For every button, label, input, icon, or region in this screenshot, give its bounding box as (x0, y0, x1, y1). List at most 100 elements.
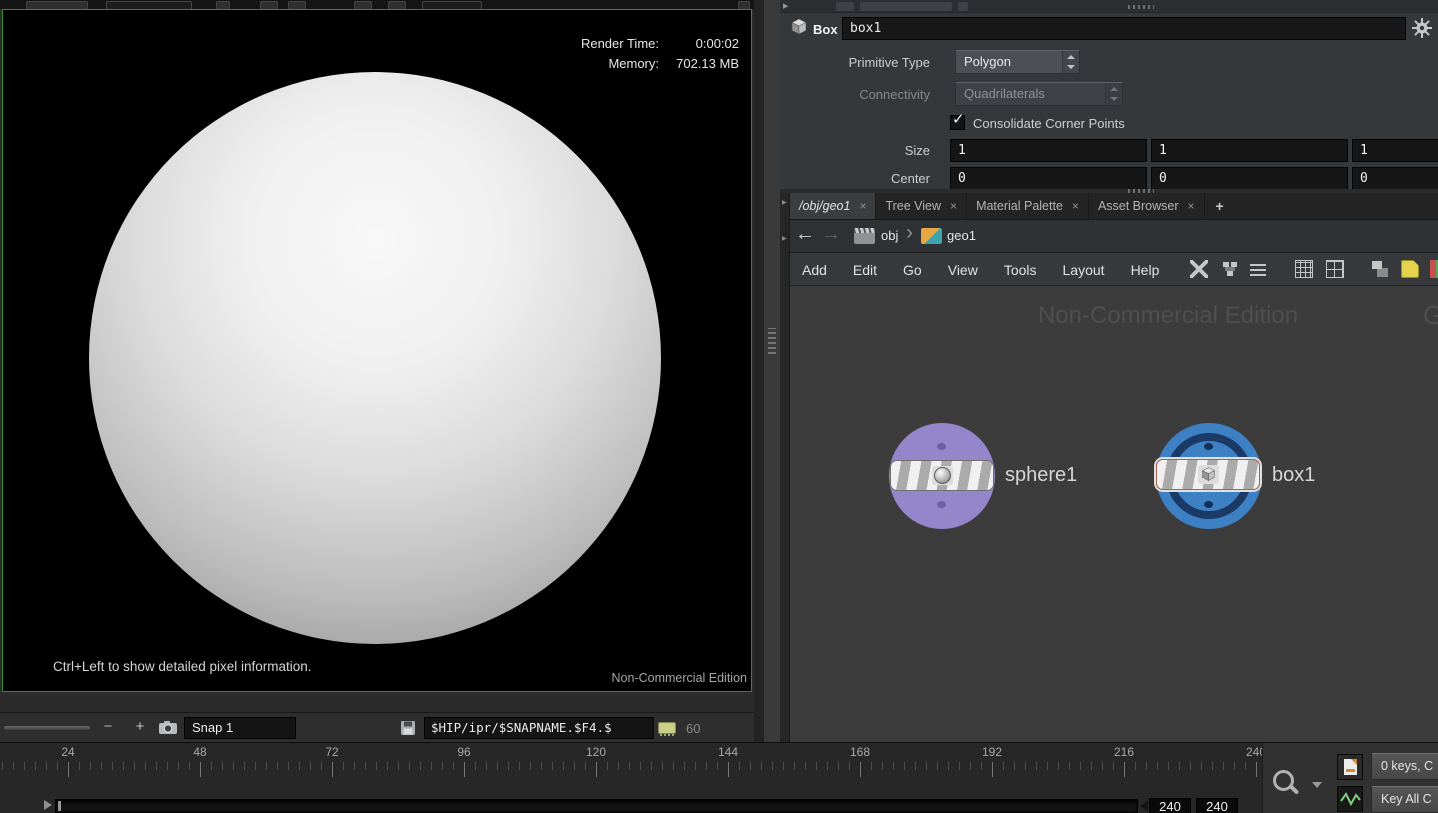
menu-view[interactable]: View (948, 262, 978, 278)
timeline-tick: 72 (325, 745, 338, 759)
toolbar-icon[interactable] (958, 2, 968, 11)
obj-context-icon (854, 228, 875, 244)
center-x-field[interactable]: 0 (950, 167, 1147, 189)
close-icon[interactable]: × (1188, 199, 1195, 213)
flipbook-button[interactable] (1337, 754, 1363, 780)
camera-icon[interactable] (260, 1, 278, 9)
pixel-info-hint: Ctrl+Left to show detailed pixel informa… (53, 659, 312, 674)
pane-divider-vertical[interactable] (764, 0, 780, 742)
snapshot-bar: − + Snap 1 $HIP/ipr/$SNAPNAME.$F4.$ 60 (0, 712, 754, 742)
collapse-arrow-icon[interactable]: ▶ (782, 199, 787, 206)
color-palette-icon[interactable] (1430, 260, 1438, 278)
breadcrumb-obj[interactable]: obj (881, 228, 898, 243)
network-canvas[interactable]: Non-Commercial Edition G sphere1 (790, 286, 1438, 742)
magnifier-icon[interactable] (1273, 770, 1294, 791)
toolbar-field[interactable] (106, 1, 192, 9)
current-frame-marker[interactable] (58, 801, 61, 811)
hierarchy-icon[interactable] (1221, 260, 1239, 278)
range-end-field[interactable]: 240 (1196, 798, 1238, 813)
playhead-icon[interactable] (44, 800, 52, 810)
render-viewport[interactable]: Render Time: 0:00:02 Memory: 702.13 MB C… (2, 9, 752, 692)
node-output-connector[interactable] (1204, 501, 1213, 508)
key-all-button[interactable]: Key All C (1371, 786, 1438, 813)
node-name-field[interactable]: box1 (842, 17, 1406, 40)
divider-grip[interactable] (768, 328, 776, 354)
size-label: Size (780, 143, 930, 158)
back-arrow-icon[interactable]: ← (795, 223, 815, 246)
minus-button[interactable]: − (98, 718, 118, 735)
snapshot-path-field[interactable]: $HIP/ipr/$SNAPNAME.$F4.$ (424, 717, 654, 739)
save-path-icon[interactable] (400, 720, 416, 736)
menu-edit[interactable]: Edit (853, 262, 877, 278)
toolbar-icon[interactable] (216, 1, 230, 9)
camera-icon[interactable] (158, 720, 178, 735)
menu-help[interactable]: Help (1131, 262, 1160, 278)
center-z-field[interactable]: 0 (1352, 167, 1438, 189)
range-left-arrow-icon[interactable] (1140, 801, 1148, 811)
rendered-sphere-image (89, 72, 661, 644)
menu-layout[interactable]: Layout (1063, 262, 1105, 278)
timeline-ruler[interactable] (0, 762, 1262, 777)
node-box1-body[interactable] (1156, 459, 1260, 490)
collapse-arrow-icon[interactable]: ▶ (782, 235, 787, 242)
breadcrumb-geo1[interactable]: geo1 (947, 228, 976, 243)
toolbar-field[interactable] (422, 1, 482, 9)
spinner-icon[interactable] (1062, 51, 1079, 73)
timeline-ruler-area[interactable]: 24 48 72 96 120 144 168 192 216 240 (0, 743, 1262, 787)
center-y-field[interactable]: 0 (1151, 167, 1348, 189)
image-icon[interactable] (288, 1, 306, 9)
menu-tools[interactable]: Tools (1004, 262, 1037, 278)
close-icon[interactable]: × (950, 199, 957, 213)
node-type-label: Box (813, 22, 838, 37)
node-output-connector[interactable] (937, 501, 946, 508)
toolbar-dropdown[interactable] (860, 2, 952, 11)
render-time-label: Render Time: (581, 36, 659, 51)
end-frame-field[interactable]: 240 (1149, 798, 1191, 813)
cache-size-value: 60 (686, 721, 700, 736)
size-y-field[interactable]: 1 (1151, 139, 1348, 162)
tab-tree-view[interactable]: Tree View × (876, 193, 967, 219)
tab-asset-browser[interactable]: Asset Browser × (1089, 193, 1205, 219)
snapshot-name-field[interactable]: Snap 1 (184, 717, 296, 739)
menu-add[interactable]: Add (802, 262, 827, 278)
node-sphere1-body[interactable] (890, 460, 994, 491)
split-panes-icon[interactable] (1371, 260, 1389, 278)
motion-view-button[interactable] (1337, 786, 1363, 812)
toolbar-icon[interactable] (738, 1, 750, 9)
tools-icon[interactable] (1190, 260, 1208, 278)
new-tab-button[interactable]: + (1205, 193, 1235, 219)
tab-label: Material Palette (976, 199, 1063, 213)
tab-material-palette[interactable]: Material Palette × (967, 193, 1089, 219)
snapshot-blend-slider[interactable] (4, 726, 90, 730)
close-icon[interactable]: × (859, 199, 866, 213)
playbar-track[interactable] (55, 799, 1138, 813)
collapse-arrow-icon[interactable]: ▶ (783, 2, 788, 10)
toolbar-icon[interactable] (836, 2, 854, 11)
tab-obj-geo1[interactable]: /obj/geo1 × (790, 193, 876, 219)
dropdown-caret-icon[interactable] (1312, 782, 1322, 788)
gear-icon[interactable] (1411, 17, 1433, 39)
forward-arrow-icon[interactable]: → (821, 223, 841, 246)
grid-view-icon[interactable] (1295, 260, 1313, 278)
toolbar-icon[interactable] (354, 1, 372, 9)
size-x-field[interactable]: 1 (950, 139, 1147, 162)
size-z-field[interactable]: 1 (1352, 139, 1438, 162)
timeline-tick: 48 (193, 745, 206, 759)
primitive-type-dropdown[interactable]: Polygon (955, 50, 1080, 74)
toolbar-chip[interactable] (26, 1, 88, 9)
toolbar-icon[interactable] (388, 1, 406, 9)
sticky-note-icon[interactable] (1401, 260, 1419, 278)
close-icon[interactable]: × (1072, 199, 1079, 213)
grid-detail-icon[interactable] (1326, 260, 1344, 278)
tab-label: /obj/geo1 (799, 199, 850, 213)
divider-grip[interactable] (1128, 5, 1154, 9)
node-input-connector[interactable] (1204, 443, 1213, 450)
network-path-bar: ← → obj › geo1 (790, 220, 1438, 253)
menu-go[interactable]: Go (903, 262, 922, 278)
keys-info-button[interactable]: 0 keys, C (1371, 753, 1438, 780)
list-view-icon[interactable] (1249, 260, 1267, 278)
consolidate-checkbox[interactable]: ✓ (950, 115, 965, 130)
box-node-icon (789, 17, 809, 37)
node-input-connector[interactable] (937, 443, 946, 450)
plus-button[interactable]: + (130, 718, 150, 735)
